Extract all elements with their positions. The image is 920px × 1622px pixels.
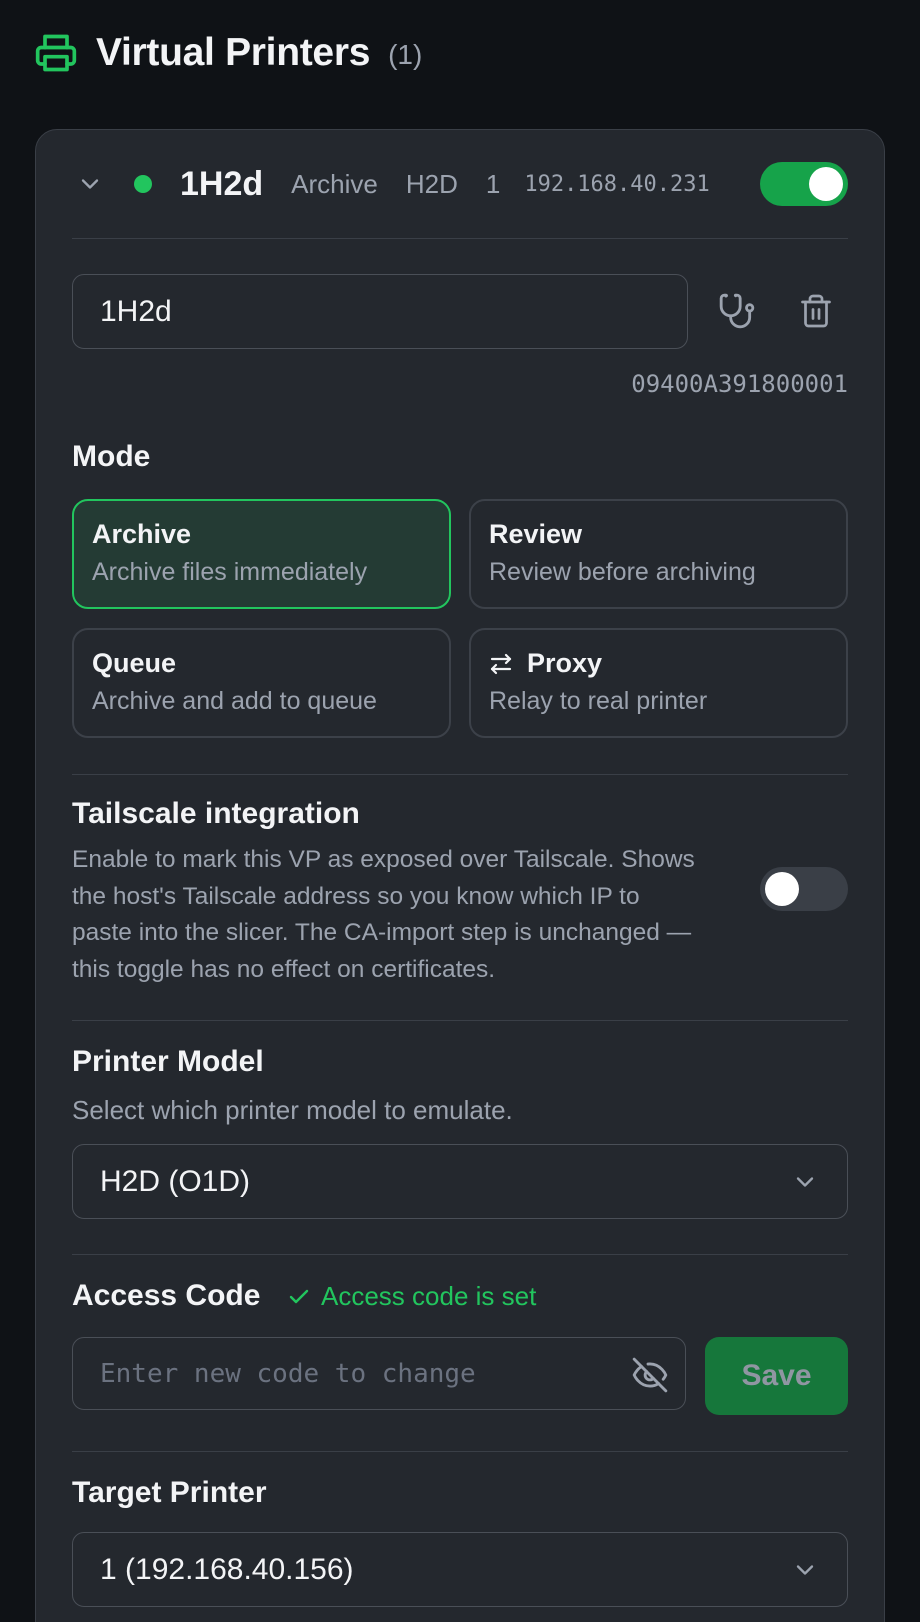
access-code-field[interactable] xyxy=(72,1337,686,1410)
divider xyxy=(72,1020,848,1021)
tailscale-description-line: this toggle has no effect on certificate… xyxy=(72,955,496,983)
mode-option-title: Archive xyxy=(92,519,192,549)
tailscale-toggle[interactable] xyxy=(760,867,848,911)
mode-option-title: Queue xyxy=(92,648,177,678)
printer-model-select[interactable]: H2D (O1D) xyxy=(72,1144,848,1219)
mode-option-archive[interactable]: Archive Archive files immediately xyxy=(72,499,451,609)
save-access-code-button[interactable]: Save xyxy=(705,1337,848,1415)
printer-number-label: 1 xyxy=(485,168,501,199)
access-code-status-text: Access code is set xyxy=(321,1281,537,1311)
mode-option-proxy[interactable]: Proxy Relay to real printer xyxy=(469,628,848,738)
toggle-knob xyxy=(809,167,843,201)
target-printer-selected: 1 (192.168.40.156) xyxy=(100,1552,354,1586)
access-code-title: Access Code xyxy=(72,1279,261,1312)
eye-off-icon[interactable] xyxy=(631,1356,669,1394)
mode-option-title: Proxy xyxy=(527,648,603,678)
printer-name-input[interactable]: 1H2d xyxy=(72,274,688,349)
page-title: Virtual Printers xyxy=(96,31,371,74)
mode-option-description: Archive and add to queue xyxy=(92,687,377,715)
swap-arrows-icon xyxy=(490,653,512,674)
mode-option-review[interactable]: Review Review before archiving xyxy=(469,499,848,609)
tailscale-description-line: Enable to mark this VP as exposed over T… xyxy=(72,846,695,873)
printer-enabled-toggle[interactable] xyxy=(760,162,848,206)
mode-option-title-row: Proxy xyxy=(489,648,846,679)
tailscale-description-line: the host's Tailscale address so you know… xyxy=(72,882,640,910)
printer-model-selected: H2D (O1D) xyxy=(100,1164,251,1198)
chevron-down-icon xyxy=(796,1177,814,1187)
stethoscope-icon xyxy=(719,293,755,329)
tailscale-title: Tailscale integration xyxy=(72,797,360,830)
printer-model-title: Printer Model xyxy=(72,1045,264,1078)
trash-icon xyxy=(801,294,831,328)
page-header: Virtual Printers (1) xyxy=(34,30,422,76)
delete-button[interactable] xyxy=(790,285,842,337)
chevron-down-icon[interactable] xyxy=(76,170,104,198)
check-icon xyxy=(289,1289,309,1303)
access-code-input[interactable] xyxy=(100,1358,600,1389)
divider xyxy=(72,1451,848,1452)
divider xyxy=(72,238,848,239)
chevron-down-icon xyxy=(796,1565,814,1575)
mode-option-description: Review before archiving xyxy=(489,558,756,586)
serial-number: 09400A391800001 xyxy=(631,370,848,398)
mode-title: Mode xyxy=(72,440,151,473)
target-printer-select[interactable]: 1 (192.168.40.156) xyxy=(72,1532,848,1607)
printer-ip-label: 192.168.40.231 xyxy=(524,171,710,197)
printer-model-description: Select which printer model to emulate. xyxy=(72,1095,513,1125)
printer-model-label: H2D xyxy=(405,168,458,199)
printer-summary-row[interactable]: 1H2d Archive H2D 1 192.168.40.231 xyxy=(72,160,848,208)
mode-option-queue[interactable]: Queue Archive and add to queue xyxy=(72,628,451,738)
status-indicator xyxy=(134,175,152,193)
access-code-status: Access code is set xyxy=(287,1281,536,1312)
diagnose-button[interactable] xyxy=(711,285,763,337)
divider xyxy=(72,1254,848,1255)
mode-option-description: Relay to real printer xyxy=(489,687,708,715)
target-printer-title: Target Printer xyxy=(72,1476,267,1509)
printer-icon xyxy=(35,34,77,72)
tailscale-description: Enable to mark this VP as exposed over T… xyxy=(72,842,742,988)
toggle-knob xyxy=(765,872,799,906)
printer-count: (1) xyxy=(388,39,423,70)
divider xyxy=(72,774,848,775)
mode-option-description: Archive files immediately xyxy=(92,558,368,586)
printer-name: 1H2d xyxy=(180,164,264,203)
printer-mode-label: Archive xyxy=(291,168,378,199)
tailscale-description-line: paste into the slicer. The CA-import ste… xyxy=(72,919,692,946)
mode-option-title: Review xyxy=(489,519,583,549)
